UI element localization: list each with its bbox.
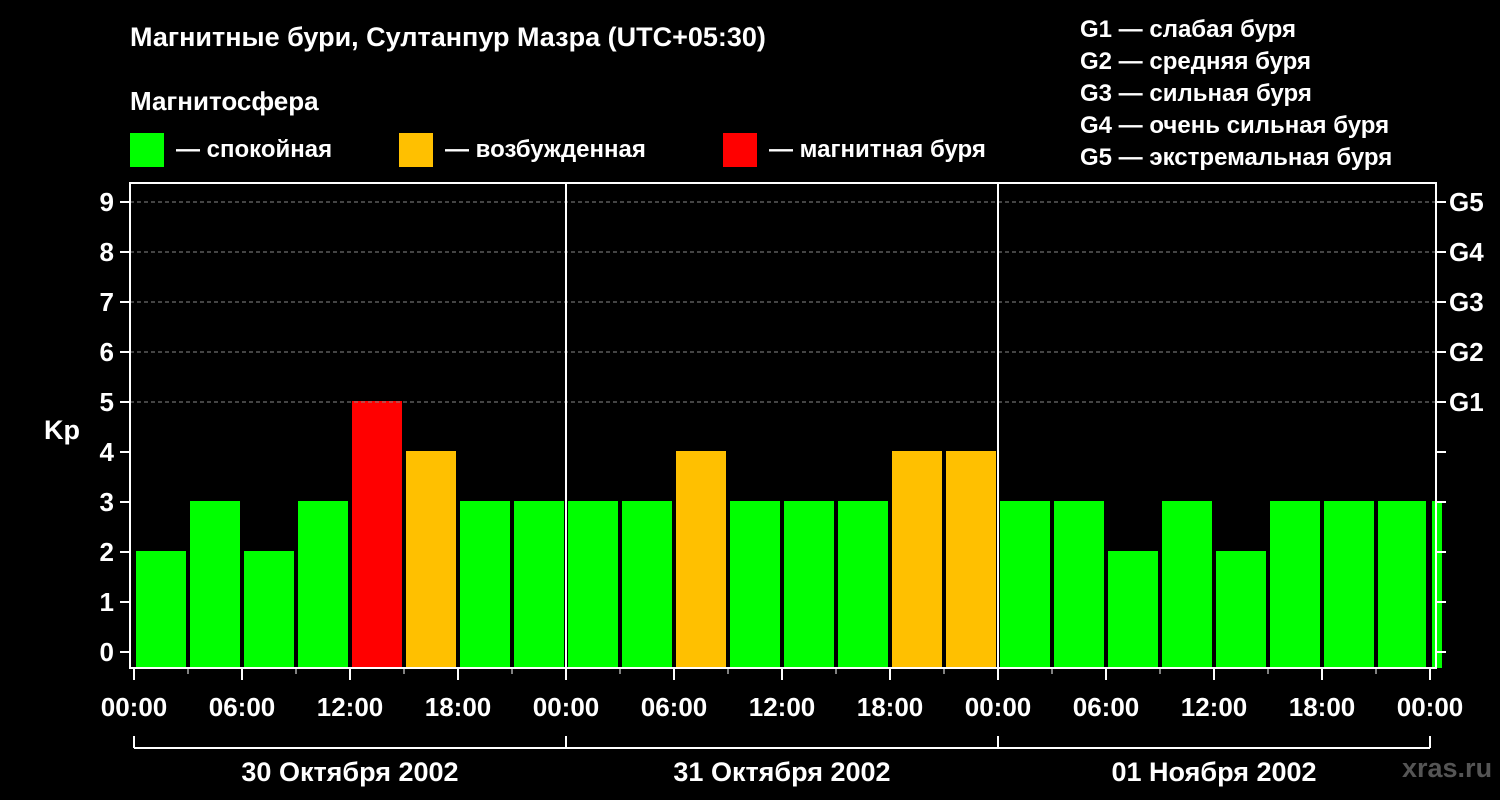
- y-tick-label-7: 7: [100, 287, 114, 317]
- bar-11: [730, 501, 780, 668]
- day-label-0: 30 Октября 2002: [241, 757, 458, 787]
- g-tick-label-g3: G3: [1449, 287, 1484, 317]
- bar-12: [784, 501, 834, 668]
- x-tick-label-9: 06:00: [1073, 692, 1140, 722]
- x-tick-label-0: 00:00: [101, 692, 168, 722]
- x-tick-label-12: 00:00: [1397, 692, 1464, 722]
- y-tick-label-9: 9: [100, 187, 114, 217]
- bar-13: [838, 501, 888, 668]
- bar-20: [1216, 551, 1266, 668]
- x-tick-label-4: 00:00: [533, 692, 600, 722]
- bar-17: [1054, 501, 1104, 668]
- bar-10: [676, 451, 726, 668]
- y-tick-label-4: 4: [100, 437, 115, 467]
- x-tick-label-10: 12:00: [1181, 692, 1248, 722]
- bar-9: [622, 501, 672, 668]
- bar-21: [1270, 501, 1320, 668]
- bar-15: [946, 451, 996, 668]
- bar-8: [568, 501, 618, 668]
- x-tick-label-1: 06:00: [209, 692, 276, 722]
- kp-chart: 0 1 2 3 4 5 6 7 8 9 G1 G2 G3 G4 G5 Kp 00:00 06:00 12:00 18:…: [44, 182, 1484, 787]
- y-tick-label-3: 3: [100, 487, 114, 517]
- bar-4: [352, 401, 402, 668]
- watermark: xras.ru: [1402, 753, 1493, 783]
- g-tick-label-g2: G2: [1449, 337, 1484, 367]
- y-axis-label: Kp: [44, 415, 80, 445]
- bar-3: [298, 501, 348, 668]
- bar-16: [1000, 501, 1050, 668]
- x-tick-label-8: 00:00: [965, 692, 1032, 722]
- bar-23: [1378, 501, 1426, 668]
- x-tick-label-6: 12:00: [749, 692, 816, 722]
- g-tick-label-g4: G4: [1449, 237, 1484, 267]
- y-tick-label-0: 0: [100, 637, 114, 667]
- x-tick-label-3: 18:00: [425, 692, 492, 722]
- x-tick-label-7: 18:00: [857, 692, 924, 722]
- y-tick-label-6: 6: [100, 337, 114, 367]
- x-tick-label-2: 12:00: [317, 692, 384, 722]
- g-tick-label-g1: G1: [1449, 387, 1484, 417]
- bar-14: [892, 451, 942, 668]
- day-label-1: 31 Октября 2002: [673, 757, 890, 787]
- bar-6: [460, 501, 510, 668]
- y-tick-label-1: 1: [100, 587, 114, 617]
- day-label-2: 01 Ноября 2002: [1111, 757, 1316, 787]
- bar-0: [136, 551, 186, 668]
- y-tick-label-8: 8: [100, 237, 114, 267]
- bar-2: [244, 551, 294, 668]
- x-tick-label-11: 18:00: [1289, 692, 1356, 722]
- bar-7: [514, 501, 564, 668]
- bar-19: [1162, 501, 1212, 668]
- x-tick-label-5: 06:00: [641, 692, 708, 722]
- bar-1: [190, 501, 240, 668]
- y-tick-label-5: 5: [100, 387, 114, 417]
- bar-5: [406, 451, 456, 668]
- bar-18: [1108, 551, 1158, 668]
- g-tick-label-g5: G5: [1449, 187, 1484, 217]
- y-tick-label-2: 2: [100, 537, 114, 567]
- bar-22: [1324, 501, 1374, 668]
